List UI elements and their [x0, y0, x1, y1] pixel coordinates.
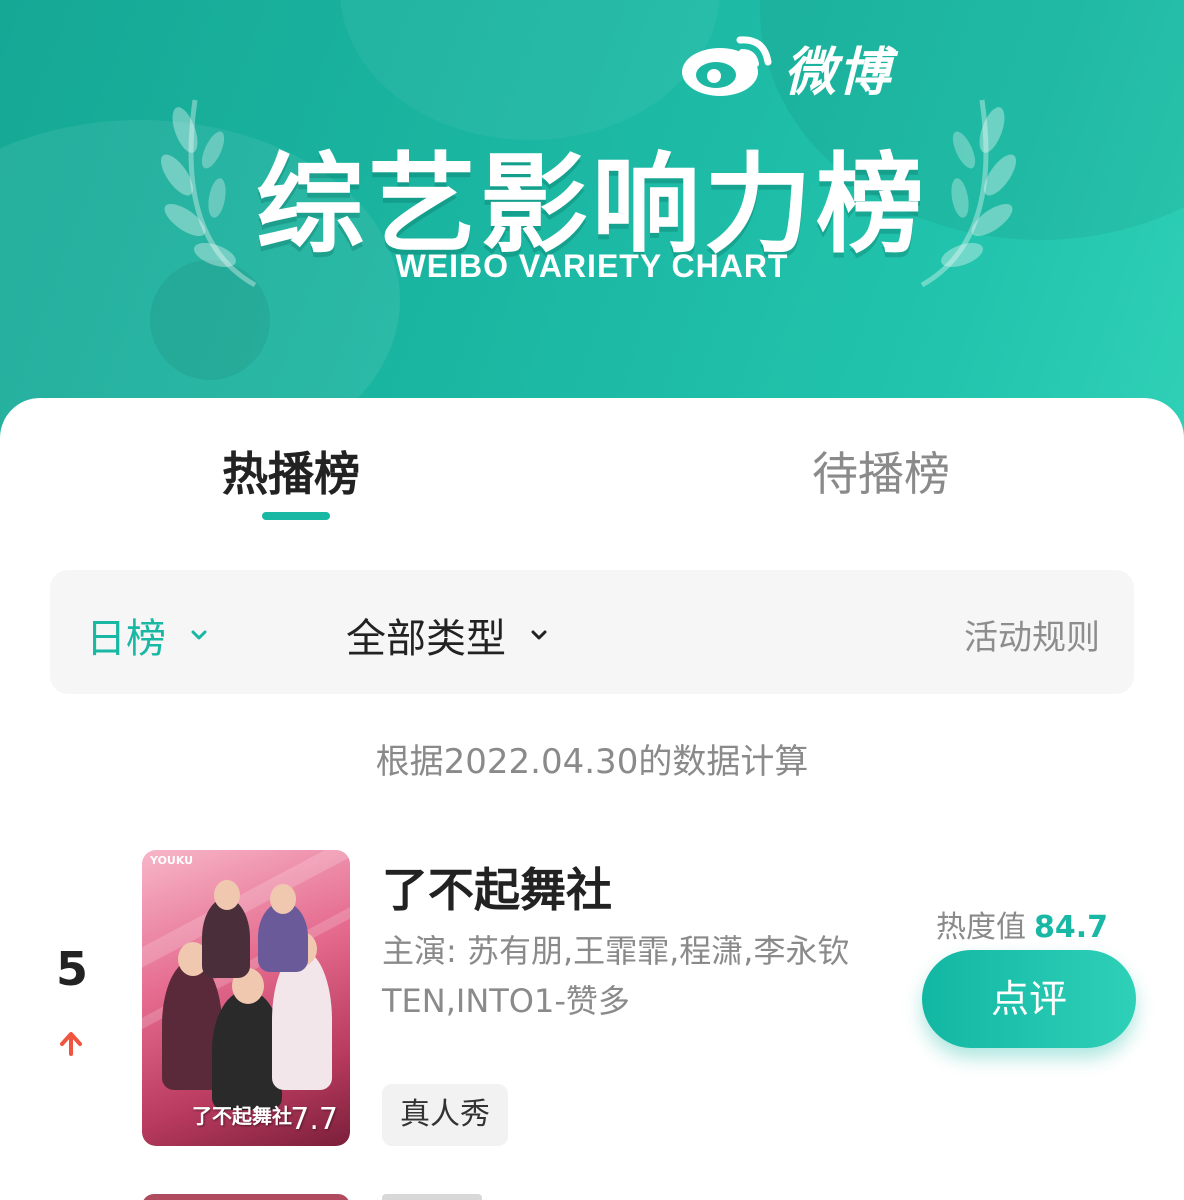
tab-active-indicator — [262, 512, 330, 520]
banner-subtitle: WEIBO VARIETY CHART — [395, 248, 789, 284]
show-poster[interactable]: YOUKU 了不起舞社 7.7 — [142, 850, 350, 1146]
weibo-brand-text: 微博 — [784, 43, 893, 103]
heat-score: 热度值 84.7 — [936, 902, 1108, 946]
next-entry-poster[interactable] — [142, 1194, 350, 1200]
show-cast: 主演: 苏有朋,王霏霏,程潇,李永钦TEN,INTO1-赞多 — [382, 932, 850, 1020]
chevron-down-icon — [531, 630, 547, 640]
chevron-down-icon — [191, 630, 207, 640]
review-button[interactable]: 点评 — [922, 950, 1136, 1048]
data-date-note: 根据2022.04.30的数据计算 — [375, 742, 809, 782]
heat-label: 热度值 — [935, 910, 1026, 945]
next-entry-title[interactable] — [382, 1194, 482, 1200]
rank-number: 5 — [56, 942, 89, 996]
tab-hot[interactable]: 热播榜 — [222, 438, 360, 504]
trend-up-arrow-icon — [60, 1032, 82, 1056]
banner: 微博 综艺影响力榜 WEIBO VARIETY CHART — [0, 0, 1184, 440]
heat-value: 84.7 — [1033, 910, 1108, 945]
poster-score: 7.7 — [290, 1102, 338, 1137]
tab-upcoming[interactable]: 待播榜 — [812, 438, 950, 504]
poster-brand: YOUKU — [150, 854, 194, 867]
type-label: 全部类型 — [346, 616, 506, 662]
chart-card: 热播榜 待播榜 日榜 全部类型 活动规则 根据2022.04.30的数据计算 5 — [0, 398, 1184, 1200]
show-title[interactable]: 了不起舞社 — [382, 854, 612, 920]
poster-figure — [202, 898, 250, 978]
weibo-logo: 微博 — [678, 28, 928, 103]
period-label: 日榜 — [86, 616, 166, 662]
poster-caption: 了不起舞社 — [192, 1104, 292, 1128]
filter-bar: 日榜 全部类型 活动规则 — [50, 570, 1134, 694]
weibo-eye-icon — [682, 36, 772, 96]
genre-tag: 真人秀 — [382, 1084, 508, 1146]
period-dropdown[interactable]: 日榜 — [86, 606, 210, 664]
type-dropdown[interactable]: 全部类型 — [346, 606, 550, 664]
rules-link[interactable]: 活动规则 — [964, 610, 1100, 659]
